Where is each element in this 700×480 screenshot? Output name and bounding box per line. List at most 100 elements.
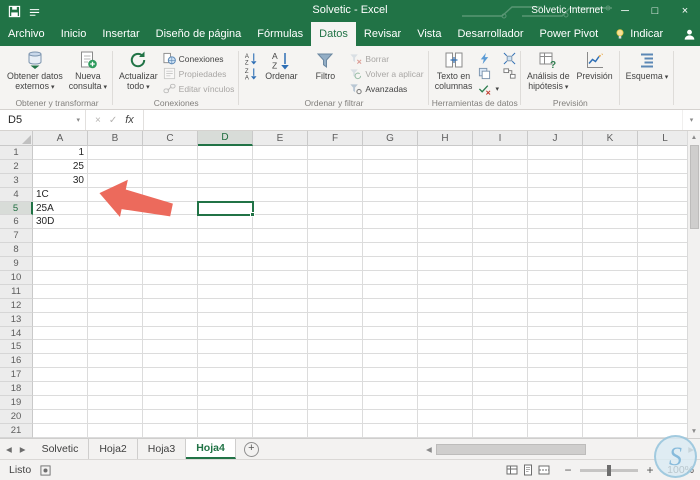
cell-F2[interactable] (308, 159, 363, 174)
cell-I15[interactable] (473, 340, 528, 355)
cell-B3[interactable] (88, 173, 143, 188)
cell-E12[interactable] (253, 298, 308, 313)
cell-J12[interactable] (528, 298, 583, 313)
ribbon-button-avanzadas[interactable]: Avanzadas (347, 81, 425, 96)
scroll-left-icon[interactable]: ◀ (422, 445, 436, 454)
cell-I21[interactable] (473, 423, 528, 438)
ribbon-button-prevision[interactable]: Previsión (573, 47, 617, 97)
cell-D14[interactable] (198, 326, 253, 341)
cell-C3[interactable] (143, 173, 198, 188)
sheet-tab-hoja3[interactable]: Hoja3 (138, 439, 187, 459)
cell-I16[interactable] (473, 354, 528, 369)
cell-B21[interactable] (88, 423, 143, 438)
cell-L13[interactable] (638, 312, 693, 327)
cell-J17[interactable] (528, 368, 583, 383)
row-header-11[interactable]: 11 (0, 284, 33, 299)
row-header-6[interactable]: 6 (0, 215, 33, 230)
formula-input[interactable] (144, 110, 682, 130)
cell-I8[interactable] (473, 243, 528, 258)
ribbon-tab-inicio[interactable]: Inicio (53, 22, 95, 46)
cell-D16[interactable] (198, 354, 253, 369)
ribbon-button-flash-fill[interactable] (476, 51, 502, 66)
page-layout-view-icon[interactable] (522, 464, 534, 476)
normal-view-icon[interactable] (506, 464, 518, 476)
cell-H20[interactable] (418, 409, 473, 424)
column-header-E[interactable]: E (253, 131, 308, 146)
cell-E18[interactable] (253, 382, 308, 397)
cell-J8[interactable] (528, 243, 583, 258)
row-header-10[interactable]: 10 (0, 271, 33, 285)
cell-K7[interactable] (583, 229, 638, 244)
cell-C8[interactable] (143, 243, 198, 258)
cell-L14[interactable] (638, 326, 693, 341)
cell-A9[interactable] (33, 257, 88, 272)
ribbon-button-analisis-de-hipotesis[interactable]: ? Análisis de hipótesis ▾ (524, 47, 573, 97)
cell-G6[interactable] (363, 215, 418, 230)
zoom-slider[interactable] (580, 464, 638, 476)
cell-A8[interactable] (33, 243, 88, 258)
cell-B9[interactable] (88, 257, 143, 272)
cell-D5[interactable] (198, 201, 253, 216)
cell-C13[interactable] (143, 312, 198, 327)
cell-F11[interactable] (308, 284, 363, 299)
cell-L6[interactable] (638, 215, 693, 230)
cell-A14[interactable] (33, 326, 88, 341)
cell-C11[interactable] (143, 284, 198, 299)
cell-E15[interactable] (253, 340, 308, 355)
cell-D2[interactable] (198, 159, 253, 174)
cell-C14[interactable] (143, 326, 198, 341)
name-box-dropdown-icon[interactable]: ▾ (76, 116, 85, 124)
cell-H2[interactable] (418, 159, 473, 174)
cell-L10[interactable] (638, 271, 693, 285)
cell-A12[interactable] (33, 298, 88, 313)
cell-G13[interactable] (363, 312, 418, 327)
row-header-4[interactable]: 4 (0, 187, 33, 202)
cell-D8[interactable] (198, 243, 253, 258)
cell-C20[interactable] (143, 409, 198, 424)
cell-D7[interactable] (198, 229, 253, 244)
cell-F15[interactable] (308, 340, 363, 355)
cell-L20[interactable] (638, 409, 693, 424)
cell-F12[interactable] (308, 298, 363, 313)
cell-K15[interactable] (583, 340, 638, 355)
cell-G10[interactable] (363, 271, 418, 285)
cell-K20[interactable] (583, 409, 638, 424)
ribbon-tab-datos[interactable]: Datos (311, 22, 356, 46)
cell-G20[interactable] (363, 409, 418, 424)
row-header-14[interactable]: 14 (0, 326, 33, 341)
cell-E6[interactable] (253, 215, 308, 230)
cell-H8[interactable] (418, 243, 473, 258)
name-box[interactable]: D5 ▾ (0, 110, 86, 130)
zoom-out-button[interactable]: − (563, 463, 573, 477)
cell-A18[interactable] (33, 382, 88, 397)
cell-K21[interactable] (583, 423, 638, 438)
column-header-C[interactable]: C (143, 131, 198, 146)
cell-B7[interactable] (88, 229, 143, 244)
cell-K9[interactable] (583, 257, 638, 272)
cell-C17[interactable] (143, 368, 198, 383)
ribbon-button-conexiones[interactable]: Conexiones (161, 51, 237, 66)
cell-K12[interactable] (583, 298, 638, 313)
ribbon-button-texto-en-columnas[interactable]: Texto en columnas (432, 47, 476, 97)
ribbon-button-remove-duplicates[interactable] (476, 66, 502, 81)
cell-J10[interactable] (528, 271, 583, 285)
cell-A3[interactable]: 30 (33, 173, 88, 188)
cell-K2[interactable] (583, 159, 638, 174)
cancel-icon[interactable]: × (95, 115, 101, 126)
cell-H4[interactable] (418, 187, 473, 202)
cell-G1[interactable] (363, 146, 418, 160)
enter-icon[interactable]: ✓ (109, 115, 117, 126)
cell-A20[interactable] (33, 409, 88, 424)
row-header-16[interactable]: 16 (0, 354, 33, 369)
cell-E20[interactable] (253, 409, 308, 424)
cell-E8[interactable] (253, 243, 308, 258)
cell-H19[interactable] (418, 396, 473, 410)
ribbon-button-obtener-datos-externos[interactable]: Obtener datos externos ▾ (4, 47, 66, 97)
cell-K14[interactable] (583, 326, 638, 341)
row-header-15[interactable]: 15 (0, 340, 33, 355)
column-header-F[interactable]: F (308, 131, 363, 146)
cell-J11[interactable] (528, 284, 583, 299)
ribbon-button-editar-vinculos[interactable]: Editar vínculos (161, 81, 237, 96)
cell-B2[interactable] (88, 159, 143, 174)
column-header-L[interactable]: L (638, 131, 693, 146)
